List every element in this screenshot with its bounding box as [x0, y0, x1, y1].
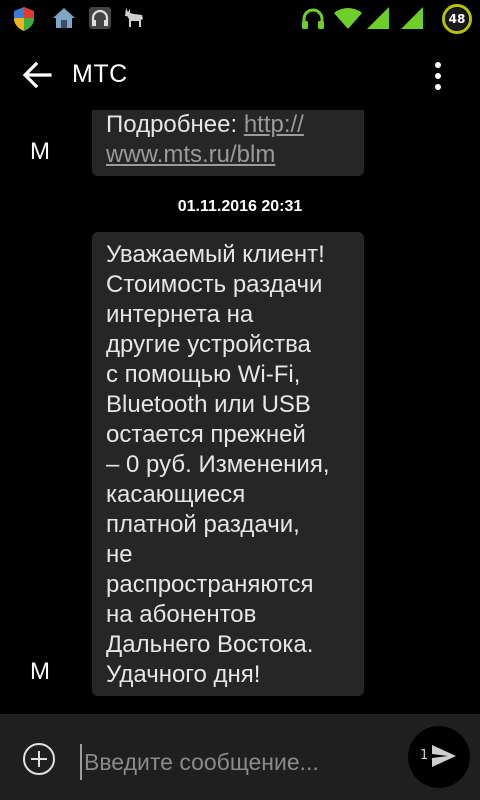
- message-line: не: [106, 541, 133, 568]
- battery-icon: 48: [442, 4, 472, 34]
- home-icon: [53, 8, 75, 28]
- message-line: Стоимость раздачи: [106, 271, 323, 298]
- message-line: Дальнего Востока.: [106, 631, 314, 658]
- message-line: остается прежней: [106, 421, 306, 448]
- message-line: Подробнее: http://: [106, 111, 304, 138]
- message-timestamp: 01.11.2016 20:31: [177, 198, 303, 215]
- more-options-icon[interactable]: [428, 60, 448, 92]
- message-line: платной раздачи,: [106, 511, 300, 538]
- add-attachment-icon[interactable]: [22, 742, 56, 776]
- message-line: Удачного дня!: [106, 661, 261, 688]
- message-line: распространяются: [106, 571, 314, 598]
- message-line: на абонентов: [106, 601, 257, 628]
- toolbar: МТС: [0, 38, 480, 110]
- message-line: с помощью Wi-Fi,: [106, 361, 301, 388]
- message-line: Уважаемый клиент!: [106, 241, 325, 268]
- avatar[interactable]: M: [30, 138, 50, 166]
- wifi-icon: [334, 7, 362, 29]
- status-bar: 48: [0, 0, 480, 38]
- deer-icon: [125, 8, 143, 27]
- message-line: интернета на: [106, 301, 254, 328]
- avatar[interactable]: M: [30, 658, 50, 686]
- conversation-title: МТС: [72, 60, 128, 88]
- headphones-app-icon: [89, 7, 111, 29]
- send-button[interactable]: 1: [408, 726, 470, 788]
- signal-icon-2: [401, 7, 423, 29]
- message-text: Уважаемый клиент! Стоимость раздачи интерн…: [106, 240, 350, 690]
- message-link[interactable]: www.mts.ru/blm: [106, 141, 275, 168]
- message-link[interactable]: http://: [244, 111, 304, 138]
- send-icon: [432, 745, 456, 767]
- back-arrow-icon[interactable]: [20, 58, 54, 92]
- message-line: другие устройства: [106, 331, 311, 358]
- headset-icon: [302, 8, 324, 29]
- battery-level: 48: [446, 8, 468, 30]
- signal-icon: [367, 7, 389, 29]
- message-bubble[interactable]: Уважаемый клиент! Стоимость раздачи интерн…: [92, 232, 364, 696]
- message-line: касающиеся: [106, 481, 246, 508]
- message-input[interactable]: [80, 744, 386, 780]
- message-bubble[interactable]: Подробнее: http:// www.mts.ru/blm: [92, 110, 364, 176]
- message-line: Bluetooth или USB: [106, 391, 311, 418]
- message-list[interactable]: Подробнее: http:// www.mts.ru/blm M 01.1…: [0, 110, 480, 714]
- send-sim-count: 1: [420, 748, 429, 763]
- message-line: www.mts.ru/blm: [106, 140, 350, 170]
- compose-bar: 1: [0, 714, 480, 800]
- message-line: – 0 руб. Изменения,: [106, 451, 330, 478]
- shield-icon: [14, 7, 34, 31]
